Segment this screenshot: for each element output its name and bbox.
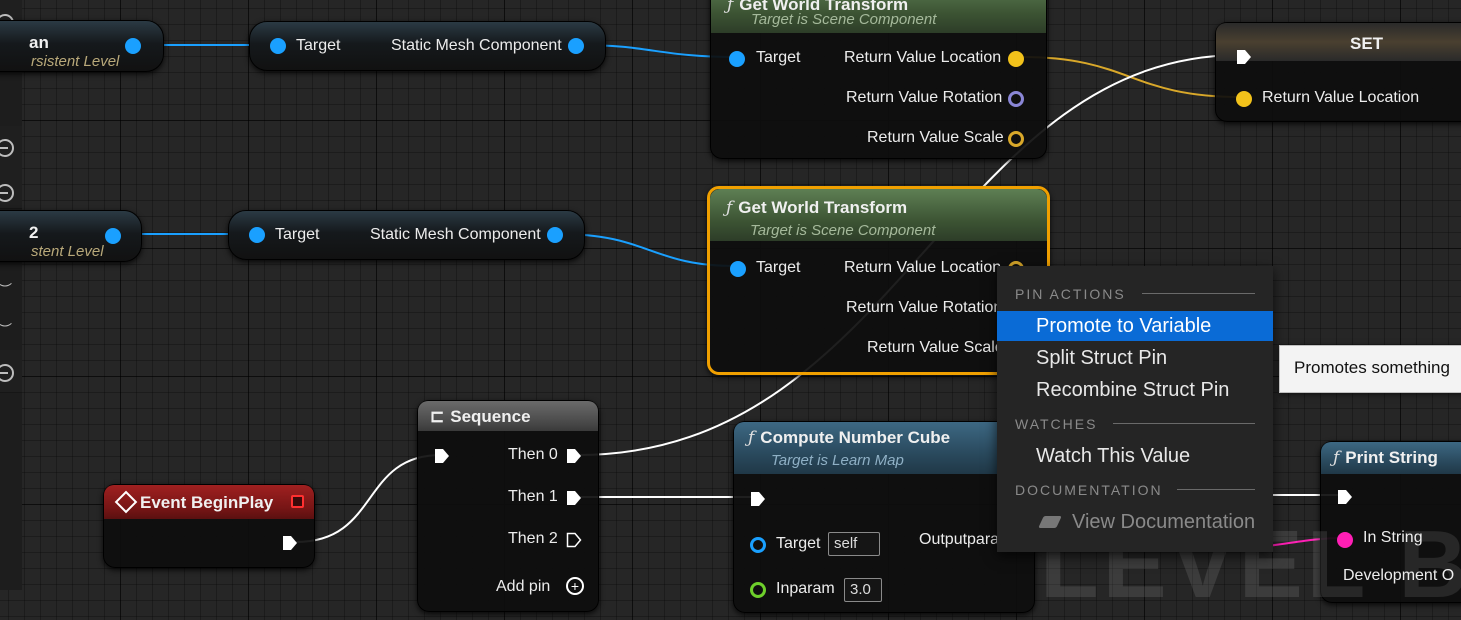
node-title: ƒ Get World Transform xyxy=(726,198,908,218)
function-icon: ƒ xyxy=(748,428,755,448)
then2-label: Then 2 xyxy=(508,530,558,547)
static-mesh-getter-1[interactable]: Target Static Mesh Component xyxy=(249,21,606,71)
node-title: 2 xyxy=(29,223,39,242)
node-subtitle: Target is Scene Component xyxy=(750,222,936,239)
section-watches: WATCHES xyxy=(1015,416,1098,432)
output-label: Outputpara xyxy=(919,531,1000,548)
target-pin[interactable] xyxy=(270,38,286,54)
sequence-node[interactable]: ⊏ Sequence Then 0 Then 1 Then 2 Add pin + xyxy=(417,400,599,612)
function-icon: ƒ xyxy=(1333,448,1340,468)
output-pin[interactable] xyxy=(547,227,563,243)
exec-in-pin[interactable] xyxy=(1236,49,1252,65)
target-pin[interactable] xyxy=(729,51,745,67)
menu-item-recombine-struct-pin[interactable]: Recombine Struct Pin xyxy=(997,375,1273,405)
scale-label: Return Value Scale xyxy=(867,339,1004,356)
target-label: Target xyxy=(776,535,821,552)
add-pin-icon[interactable]: + xyxy=(566,577,584,595)
node-subtitle: Target is Scene Component xyxy=(751,11,937,28)
section-pin-actions: PIN ACTIONS xyxy=(1015,286,1126,302)
function-icon: ƒ xyxy=(727,0,734,15)
sequence-icon: ⊏ xyxy=(430,407,445,426)
actor-reference-node-1[interactable]: an rsistent Level xyxy=(0,20,164,72)
node-title: ƒ Compute Number Cube xyxy=(748,428,951,448)
node-title: ƒ Print String xyxy=(1333,448,1438,468)
left-panel: ︶ ︶ xyxy=(0,0,22,590)
section-divider xyxy=(1113,423,1255,424)
rotation-pin[interactable] xyxy=(1008,91,1024,107)
menu-item-promote-to-variable[interactable]: Promote to Variable xyxy=(997,311,1273,341)
section-documentation: DOCUMENTATION xyxy=(1015,482,1163,498)
node-subtitle: stent Level xyxy=(31,243,104,260)
output-pin[interactable] xyxy=(568,38,584,54)
location-pin[interactable] xyxy=(1008,51,1024,67)
then0-label: Then 0 xyxy=(508,446,558,463)
output-label: Static Mesh Component xyxy=(391,37,562,54)
inparam-value-field[interactable]: 3.0 xyxy=(844,578,882,602)
wire-location-to-set xyxy=(1021,56,1242,98)
scale-pin[interactable] xyxy=(1008,131,1024,147)
location-input-pin[interactable] xyxy=(1236,91,1252,107)
inparam-label: Inparam xyxy=(776,580,835,597)
tooltip: Promotes something xyxy=(1279,345,1461,393)
tooltip-text: Promotes something xyxy=(1294,358,1450,377)
then1-label: Then 1 xyxy=(508,488,558,505)
node-subtitle: Target is Learn Map xyxy=(771,452,904,469)
event-beginplay-node[interactable]: Event BeginPlay xyxy=(103,484,315,568)
node-title: ⊏ Sequence xyxy=(430,407,531,426)
target-pin[interactable] xyxy=(730,261,746,277)
section-divider xyxy=(1177,489,1255,490)
section-divider xyxy=(1142,293,1255,294)
set-variable-node[interactable]: SET Return Value Location xyxy=(1215,22,1461,122)
node-title: SET xyxy=(1350,34,1384,53)
exec-in-pin[interactable] xyxy=(750,491,766,507)
rotation-label: Return Value Rotation xyxy=(846,299,1003,316)
menu-item-split-struct-pin[interactable]: Split Struct Pin xyxy=(997,343,1273,373)
node-title: an xyxy=(29,33,49,52)
target-label: Target xyxy=(756,49,801,66)
target-pin[interactable] xyxy=(750,537,766,553)
then0-pin[interactable] xyxy=(566,448,582,464)
menu-item-view-documentation[interactable]: View Documentation xyxy=(997,507,1273,537)
exec-out-pin[interactable] xyxy=(282,535,298,551)
eye-closed-icon[interactable]: ︶ xyxy=(0,280,12,300)
eye-closed-icon[interactable]: ︶ xyxy=(0,320,12,340)
target-label: Target xyxy=(275,226,320,243)
output-label: Static Mesh Component xyxy=(370,226,541,243)
actor-reference-node-2[interactable]: 2 stent Level xyxy=(0,210,142,262)
location-label: Return Value Location xyxy=(844,49,1002,66)
output-pin[interactable] xyxy=(125,38,141,54)
exec-in-pin[interactable] xyxy=(434,448,450,464)
target-label: Target xyxy=(296,37,341,54)
compute-number-cube-node[interactable]: ƒ Compute Number Cube Target is Learn Map… xyxy=(733,421,1035,613)
pin-context-menu: PIN ACTIONS Promote to Variable Split St… xyxy=(997,266,1273,552)
node-subtitle: rsistent Level xyxy=(31,53,120,70)
function-icon: ƒ xyxy=(726,198,733,218)
then2-pin[interactable] xyxy=(566,532,582,548)
static-mesh-getter-2[interactable]: Target Static Mesh Component xyxy=(228,210,585,260)
get-world-transform-node-top[interactable]: ƒ Get World Transform Target is Scene Com… xyxy=(710,0,1047,159)
exec-in-pin[interactable] xyxy=(1337,489,1353,505)
then1-pin[interactable] xyxy=(566,490,582,506)
output-pin[interactable] xyxy=(105,228,121,244)
target-pin[interactable] xyxy=(249,227,265,243)
node-title: Event BeginPlay xyxy=(140,493,274,512)
rotation-label: Return Value Rotation xyxy=(846,89,1003,106)
target-label: Target xyxy=(756,259,801,276)
target-value-field[interactable]: self xyxy=(828,532,880,556)
location-input-label: Return Value Location xyxy=(1262,89,1420,106)
menu-item-watch-this-value[interactable]: Watch This Value xyxy=(997,441,1273,471)
add-pin-label[interactable]: Add pin xyxy=(496,578,550,596)
location-label: Return Value Location xyxy=(844,259,1002,276)
delegate-pin-icon[interactable] xyxy=(291,495,304,508)
scale-label: Return Value Scale xyxy=(867,129,1004,146)
inparam-pin[interactable] xyxy=(750,582,766,598)
